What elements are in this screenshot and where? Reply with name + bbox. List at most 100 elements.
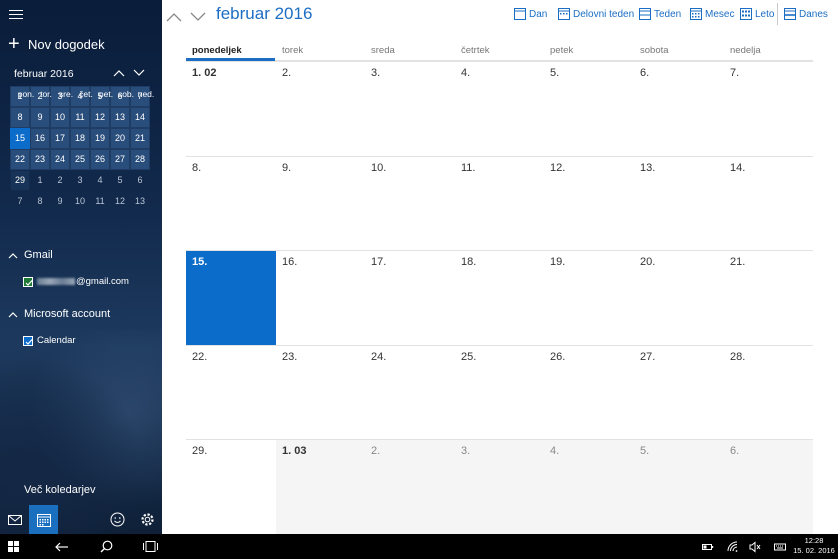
previous-month-icon[interactable]: [166, 9, 182, 22]
mini-calendar-day[interactable]: 3: [70, 170, 90, 191]
mini-calendar-day[interactable]: 11: [70, 107, 90, 128]
mini-calendar-day[interactable]: 16: [30, 128, 50, 149]
day-cell[interactable]: 13.: [634, 156, 724, 250]
today-button[interactable]: Danes: [784, 7, 828, 21]
day-cell[interactable]: 2.: [365, 439, 455, 534]
day-cell[interactable]: 5.: [634, 439, 724, 534]
mini-calendar-day[interactable]: 21: [130, 128, 150, 149]
day-cell[interactable]: 28.: [724, 345, 813, 439]
mini-calendar-day[interactable]: 12: [90, 107, 110, 128]
mini-calendar-day[interactable]: 18: [70, 128, 90, 149]
mini-calendar-prev-icon[interactable]: [113, 69, 125, 79]
day-cell[interactable]: 21.: [724, 250, 813, 345]
day-cell[interactable]: 22.: [186, 345, 276, 439]
day-cell[interactable]: 16.: [276, 250, 365, 345]
mini-calendar-day[interactable]: 2: [50, 170, 70, 191]
hamburger-menu-icon[interactable]: [9, 10, 23, 20]
mini-calendar-day[interactable]: 4: [90, 170, 110, 191]
mini-calendar-day[interactable]: 28: [130, 149, 150, 170]
mini-calendar-day[interactable]: 8: [30, 191, 50, 212]
day-cell[interactable]: 19.: [544, 250, 634, 345]
mini-calendar-day[interactable]: 29: [10, 170, 30, 191]
mini-calendar-title[interactable]: februar 2016: [14, 68, 74, 80]
mini-calendar-day[interactable]: 17: [50, 128, 70, 149]
mini-calendar-next-icon[interactable]: [133, 69, 145, 79]
day-cell[interactable]: 10.: [365, 156, 455, 250]
group-gmail[interactable]: Gmail: [8, 246, 53, 264]
view-work-week-button[interactable]: Delovni teden: [558, 7, 634, 21]
day-cell[interactable]: 12.: [544, 156, 634, 250]
day-cell[interactable]: 20.: [634, 250, 724, 345]
mini-calendar-day[interactable]: 27: [110, 149, 130, 170]
mini-calendar-day[interactable]: 25: [70, 149, 90, 170]
mini-calendar-day[interactable]: 9: [50, 191, 70, 212]
day-cell[interactable]: 18.: [455, 250, 544, 345]
more-calendars-link[interactable]: Več koledarjev: [24, 484, 96, 496]
day-cell[interactable]: 4.: [544, 439, 634, 534]
mail-button[interactable]: [0, 505, 29, 534]
volume-muted-icon[interactable]: [749, 540, 761, 553]
mini-calendar-day[interactable]: 12: [110, 191, 130, 212]
day-cell[interactable]: 25.: [455, 345, 544, 439]
day-cell[interactable]: 6.: [724, 439, 813, 534]
mini-calendar-day[interactable]: 6: [130, 170, 150, 191]
settings-button[interactable]: [133, 505, 162, 534]
day-cell[interactable]: 5.: [544, 61, 634, 156]
day-cell[interactable]: 4.: [455, 61, 544, 156]
back-button[interactable]: [52, 534, 72, 559]
view-day-button[interactable]: Dan: [514, 7, 547, 21]
checkbox-icon[interactable]: [23, 276, 33, 287]
mini-calendar-day[interactable]: 8: [10, 107, 30, 128]
mini-calendar-day[interactable]: 15: [10, 128, 30, 149]
feedback-button[interactable]: [103, 505, 132, 534]
day-cell[interactable]: 24.: [365, 345, 455, 439]
day-cell[interactable]: 1. 03: [276, 439, 365, 534]
mini-calendar-day[interactable]: 13: [110, 107, 130, 128]
day-cell[interactable]: 23.: [276, 345, 365, 439]
mini-calendar-day[interactable]: 10: [50, 107, 70, 128]
battery-icon[interactable]: [702, 540, 714, 552]
group-microsoft-account[interactable]: Microsoft account: [8, 305, 110, 323]
day-cell[interactable]: 26.: [544, 345, 634, 439]
mini-calendar-day[interactable]: 20: [110, 128, 130, 149]
mini-calendar-day[interactable]: 14: [130, 107, 150, 128]
start-button[interactable]: [5, 534, 21, 559]
mini-calendar-day[interactable]: 11: [90, 191, 110, 212]
calendar-gmail[interactable]: @gmail.com: [23, 276, 129, 287]
mini-calendar-day[interactable]: 10: [70, 191, 90, 212]
day-cell[interactable]: 7.: [724, 61, 813, 156]
wifi-icon[interactable]: [727, 540, 739, 552]
taskbar-clock[interactable]: 12:28 15. 02. 2016: [792, 536, 836, 556]
mini-calendar-day[interactable]: 22: [10, 149, 30, 170]
mini-calendar-day[interactable]: 1: [30, 170, 50, 191]
mini-calendar-day[interactable]: 9: [30, 107, 50, 128]
day-cell[interactable]: 3.: [455, 439, 544, 534]
month-title[interactable]: februar 2016: [216, 4, 312, 24]
search-button[interactable]: [96, 534, 116, 559]
view-month-button[interactable]: Mesec: [690, 7, 734, 21]
day-cell[interactable]: 1. 02: [186, 61, 276, 156]
view-year-button[interactable]: Leto: [740, 7, 774, 21]
day-cell[interactable]: 3.: [365, 61, 455, 156]
calendar-microsoft[interactable]: Calendar: [23, 335, 76, 346]
day-cell[interactable]: 27.: [634, 345, 724, 439]
mini-calendar-day[interactable]: 7: [10, 191, 30, 212]
view-week-button[interactable]: Teden: [639, 7, 681, 21]
day-cell[interactable]: 2.: [276, 61, 365, 156]
day-cell[interactable]: 6.: [634, 61, 724, 156]
day-cell[interactable]: 9.: [276, 156, 365, 250]
next-month-icon[interactable]: [190, 9, 206, 21]
new-event-button[interactable]: + Nov dogodek: [8, 34, 105, 54]
mini-calendar-day[interactable]: 24: [50, 149, 70, 170]
mini-calendar-day[interactable]: 13: [130, 191, 150, 212]
day-cell[interactable]: 29.: [186, 439, 276, 534]
mini-calendar-day[interactable]: 5: [110, 170, 130, 191]
day-cell[interactable]: 14.: [724, 156, 813, 250]
day-cell[interactable]: 15.: [186, 250, 276, 345]
checkbox-icon[interactable]: [23, 335, 33, 346]
day-cell[interactable]: 17.: [365, 250, 455, 345]
mini-calendar-day[interactable]: 19: [90, 128, 110, 149]
mini-calendar-day[interactable]: 23: [30, 149, 50, 170]
keyboard-icon[interactable]: [774, 540, 786, 552]
calendar-button[interactable]: [29, 505, 58, 534]
